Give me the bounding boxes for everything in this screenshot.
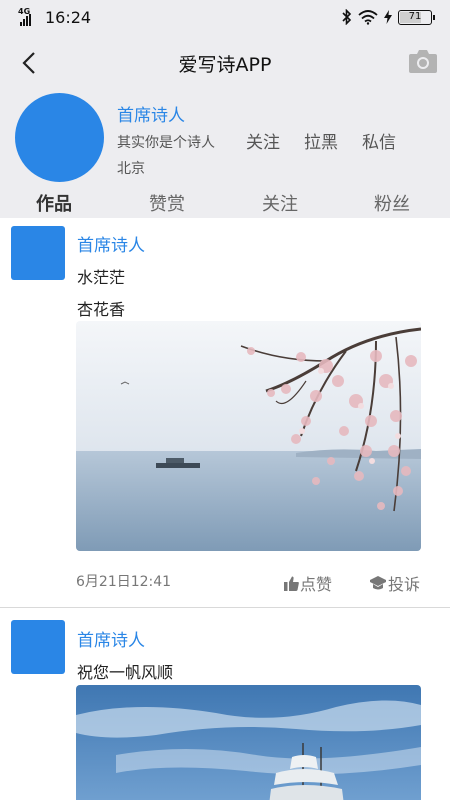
post-card: 首席诗人 水茫茫 杏花香 6月21日12:41 点赞 投诉: [0, 218, 450, 608]
post-text-line: 祝您一帆风顺: [77, 663, 174, 682]
profile-actions: 关注 拉黑 私信: [246, 128, 396, 153]
sailing-ship-photo: [76, 685, 421, 800]
lake-cherry-blossom-photo: [76, 321, 421, 551]
post-image[interactable]: [76, 321, 421, 551]
battery-level: 71: [408, 10, 422, 22]
status-left: 4G 16:24: [18, 7, 91, 27]
post-author[interactable]: 首席诗人: [77, 231, 145, 256]
report-button[interactable]: 投诉: [369, 571, 420, 595]
post-card: 首席诗人 祝您一帆风顺: [0, 608, 450, 800]
post-avatar[interactable]: [11, 226, 65, 280]
like-label: 点赞: [300, 575, 333, 594]
profile-header: 首席诗人 其实你是个诗人 北京 关注 拉黑 私信 作品 赞赏 关注 粉丝: [0, 90, 450, 218]
profile-bio: 其实你是个诗人: [117, 135, 215, 151]
tab-following[interactable]: 关注: [262, 190, 298, 216]
thumbs-up-icon: [284, 576, 299, 591]
report-icon: [370, 575, 386, 589]
bluetooth-icon: [342, 9, 352, 25]
nav-bar: 爱写诗APP: [0, 36, 450, 90]
post-footer: 6月21日12:41 点赞 投诉: [76, 571, 421, 595]
tab-fans[interactable]: 粉丝: [374, 190, 410, 216]
message-button[interactable]: 私信: [362, 128, 396, 153]
post-text-line: 水茫茫: [77, 268, 126, 287]
status-time: 16:24: [45, 7, 92, 27]
signal-icon: 4G: [18, 7, 40, 27]
camera-button[interactable]: [408, 48, 438, 78]
profile-name: 首席诗人: [117, 106, 185, 126]
block-button[interactable]: 拉黑: [304, 128, 338, 153]
follow-button[interactable]: 关注: [246, 128, 280, 153]
like-button[interactable]: 点赞: [284, 571, 332, 595]
status-right: 71: [342, 9, 435, 25]
charging-icon: [384, 10, 392, 24]
post-text-line: 杏花香: [77, 300, 126, 319]
camera-icon: [409, 50, 437, 73]
battery-icon: 71: [398, 9, 435, 25]
avatar[interactable]: [15, 93, 104, 182]
post-image[interactable]: [76, 685, 421, 800]
status-bar: 4G 16:24 71: [0, 0, 450, 36]
tab-rewards[interactable]: 赞赏: [149, 190, 185, 216]
post-author[interactable]: 首席诗人: [77, 626, 145, 651]
tab-works[interactable]: 作品: [36, 190, 72, 216]
profile-tabs: 作品 赞赏 关注 粉丝: [0, 190, 450, 218]
profile-location: 北京: [117, 161, 145, 177]
report-label: 投诉: [388, 575, 421, 594]
page-title: 爱写诗APP: [178, 54, 272, 76]
post-avatar[interactable]: [11, 620, 65, 674]
wifi-icon: [358, 9, 378, 25]
post-timestamp: 6月21日12:41: [76, 574, 172, 590]
